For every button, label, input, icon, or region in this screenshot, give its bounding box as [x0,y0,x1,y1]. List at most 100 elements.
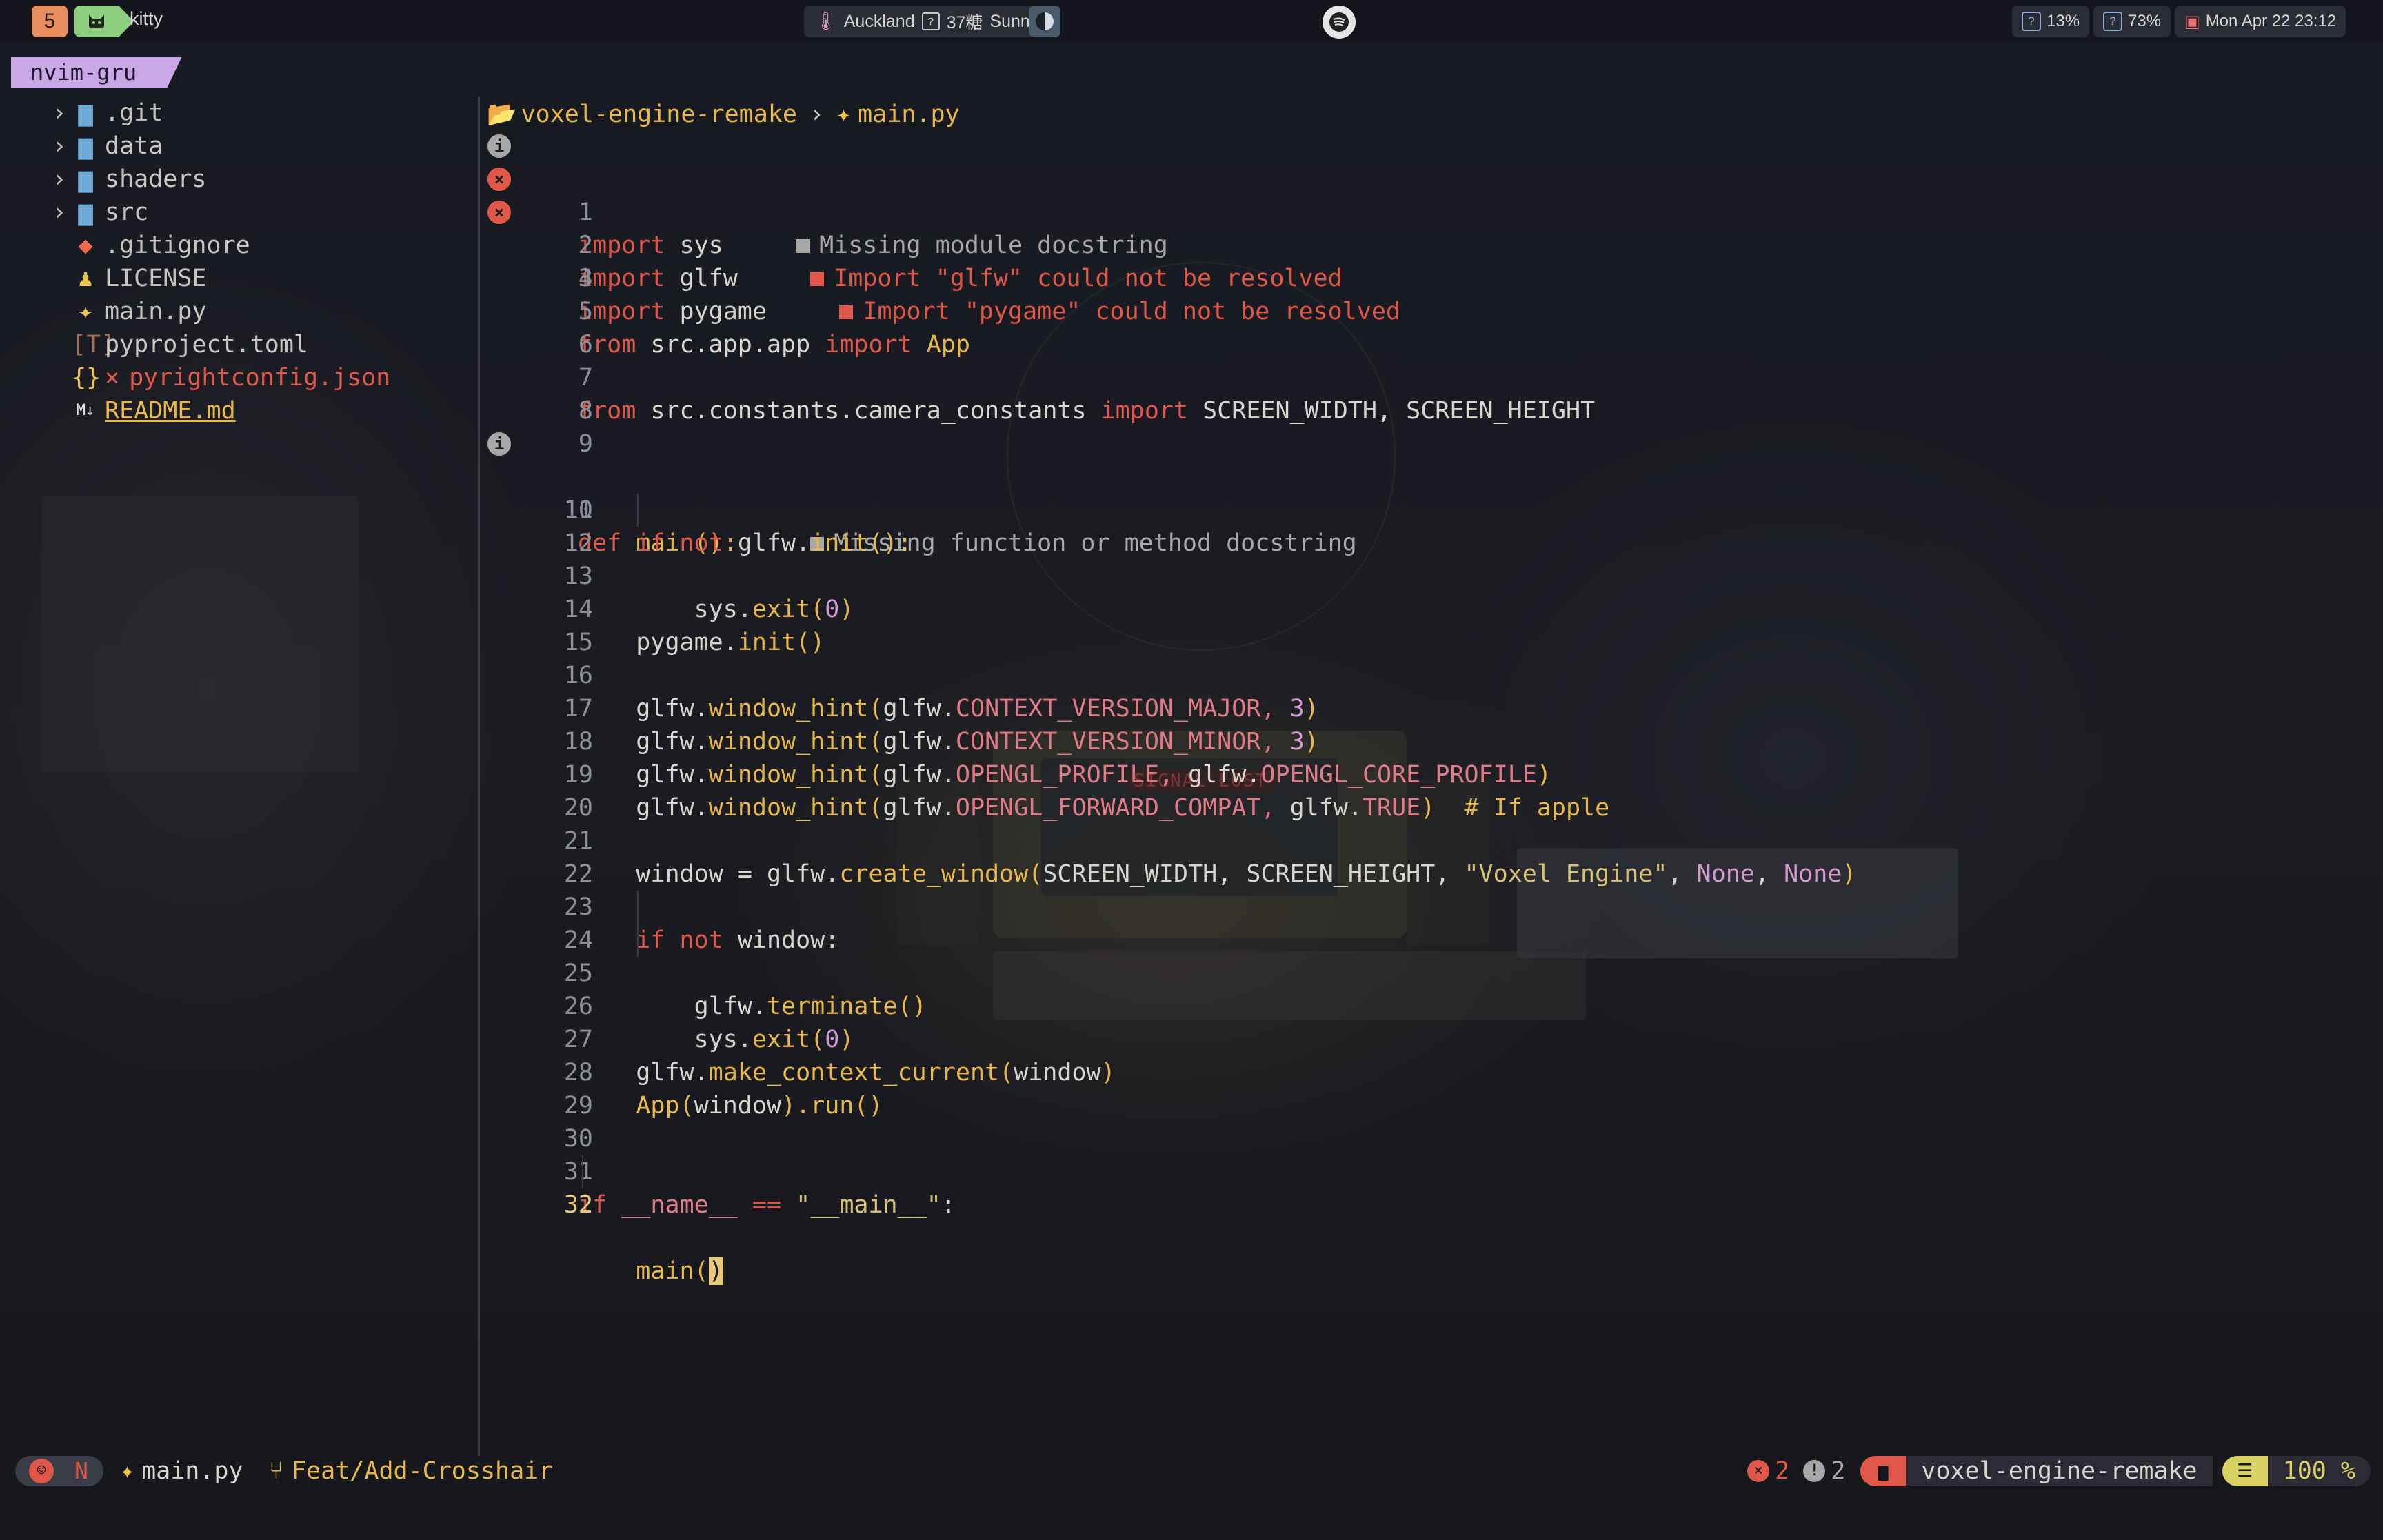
tree-item-label: LICENSE [105,265,207,292]
code-line[interactable]: × 3 import pygame Import "pygame" could … [483,196,2372,325]
vim-icon: ☺ [29,1459,54,1483]
code-line[interactable]: 19 glfw.window_hint(glfw.OPENGL_FORWARD_… [483,725,2372,822]
tree-item-license[interactable]: ♟ LICENSE [0,262,476,295]
tree-item-label: shaders [105,165,207,193]
text-cursor: ) [708,1257,723,1285]
breadcrumb-file[interactable]: main.py [858,98,960,131]
code-line[interactable]: 11 if not glfw.init(): [483,460,2372,557]
code-line[interactable]: 15 [483,593,2372,656]
mode-label: N [74,1457,88,1484]
code-editor[interactable]: i 1 import sys Missing module docstring … [483,130,2372,1285]
error-icon[interactable]: × [483,196,516,229]
code-line[interactable]: 25 sys.exit(0) [483,924,2372,1053]
indent-guide [637,891,639,924]
tree-item-label: src [105,199,149,226]
code-line[interactable]: 29 [483,1056,2372,1119]
code-line[interactable]: 4 [483,229,2372,292]
tree-item-label: README.md [105,397,236,425]
code-line[interactable]: 31 if __name__ == "__main__": [483,1122,2372,1219]
tree-item-label: .gitignore [105,232,250,259]
code-line[interactable]: 18 glfw.window_hint(glfw.OPENGL_PROFILE,… [483,692,2372,789]
folder-icon: ▆ [78,99,93,127]
code-line[interactable]: 5 from src.app.app import App [483,262,2372,358]
clock-widget[interactable]: ▣ Mon Apr 22 23:12 [2175,6,2346,37]
code-line[interactable]: 27 glfw.make_context_current(window) [483,990,2372,1086]
status-file: ✦ main.py [120,1457,243,1485]
code-line[interactable]: 13 [483,527,2372,590]
status-branch: ⑂ Feat/Add-Crosshair [269,1457,554,1485]
code-line[interactable]: 7 from src.constants.camera_constants im… [483,328,2372,425]
code-line[interactable]: 14 pygame.init() [483,560,2372,656]
git-branch-icon: ⑂ [269,1457,284,1485]
code-text: main() [636,1257,723,1285]
code-line[interactable]: × 2 import glfw Import "glfw" could not … [483,163,2372,292]
error-icon[interactable]: × [483,163,516,196]
workspace-indicator[interactable]: 5 [32,6,68,37]
tab-nvim-gru[interactable]: nvim-gru [11,57,182,88]
code-line[interactable]: 12 sys.exit(0) [483,494,2372,623]
status-line: ☺ N ✦ main.py ⑂ Feat/Add-Crosshair × 2 ! 2 ▆… [0,1453,2383,1489]
cat-icon[interactable] [74,6,134,37]
code-line[interactable]: 21 window = glfw.create_window(SCREEN_WI… [483,791,2372,888]
cpu-widget[interactable]: ? 13% [2012,6,2090,37]
chevron-right-icon: › [52,99,67,127]
top-bar: 5 kitty 🌡 Auckland ? 37糖 Sunny ? 13% ? 7… [0,0,2383,43]
cpu-icon: ? [2022,12,2041,31]
chevron-right-icon: › [52,132,67,160]
status-project: voxel-engine-remake [1906,1456,2213,1486]
code-line[interactable]: i 1 import sys Missing module docstring [483,130,2372,259]
code-line[interactable]: 22 [483,824,2372,888]
code-line[interactable]: 24 glfw.terminate() [483,891,2372,1020]
warning-count[interactable]: ! 2 [1803,1453,1845,1489]
code-line[interactable]: 8 [483,361,2372,425]
tree-item-gitignore[interactable]: ◆ .gitignore [0,229,476,262]
code-line[interactable]: 20 [483,758,2372,822]
folder-open-icon: 📂 [487,101,517,128]
python-icon: ✦ [78,298,93,325]
toml-icon: [T] [72,331,116,358]
code-line[interactable]: 23 if not window: [483,858,2372,954]
code-line-current[interactable]: 32 main() [483,1155,2372,1285]
code-line[interactable]: 26 [483,957,2372,1020]
code-line[interactable]: 9 [483,394,2372,458]
python-icon: ✦ [836,101,852,128]
tree-item-label: .git [105,99,163,127]
chevron-right-icon: › [52,199,67,226]
error-count[interactable]: × 2 [1747,1453,1789,1489]
folder-icon: ▆ [78,165,93,193]
weather-location: Auckland [843,11,915,31]
tree-item-label: pyproject.toml [105,331,309,358]
code-line[interactable]: 16 glfw.window_hint(glfw.CONTEXT_VERSION… [483,626,2372,722]
error-mark: × [105,364,120,392]
tree-item-git[interactable]: › ▆ .git [0,97,476,130]
memory-usage: 73% [2128,12,2162,30]
cpu-usage: 13% [2047,12,2080,30]
tree-item-label: main.py [105,298,207,325]
moon-icon[interactable] [1029,6,1060,37]
tree-item-pyproject[interactable]: [T] pyproject.toml [0,328,476,361]
code-line[interactable]: 6 [483,295,2372,358]
tree-item-pyrightconfig[interactable]: {} × pyrightconfig.json [0,361,476,394]
code-line[interactable]: 30 [483,1089,2372,1153]
info-icon[interactable]: i [483,130,516,163]
tree-item-shaders[interactable]: › ▆ shaders [0,163,476,196]
breadcrumb-folder[interactable]: voxel-engine-remake [521,98,797,131]
indent-guide [637,494,639,527]
tree-item-src[interactable]: › ▆ src [0,196,476,229]
error-icon: × [1747,1460,1770,1482]
split-divider[interactable] [478,97,480,1456]
code-line[interactable]: 17 glfw.window_hint(glfw.CONTEXT_VERSION… [483,659,2372,756]
tree-item-data[interactable]: › ▆ data [0,130,476,163]
tree-item-main-py[interactable]: ✦ main.py [0,295,476,328]
info-icon[interactable]: i [483,427,516,460]
code-line[interactable]: i 10 def main(): Missing function or met… [483,427,2372,557]
code-line[interactable]: 28 App(window).run() [483,1023,2372,1119]
tree-item-label: pyrightconfig.json [129,364,391,392]
spotify-icon[interactable] [1323,6,1356,39]
breadcrumb-separator: › [809,101,825,128]
git-icon: ◆ [78,232,93,259]
weather-widget[interactable]: 🌡 Auckland ? 37糖 Sunny [804,6,1050,37]
tree-item-readme[interactable]: M↓ README.md [0,394,476,427]
memory-widget[interactable]: ? 73% [2093,6,2171,37]
weather-icon: ? [921,12,940,30]
